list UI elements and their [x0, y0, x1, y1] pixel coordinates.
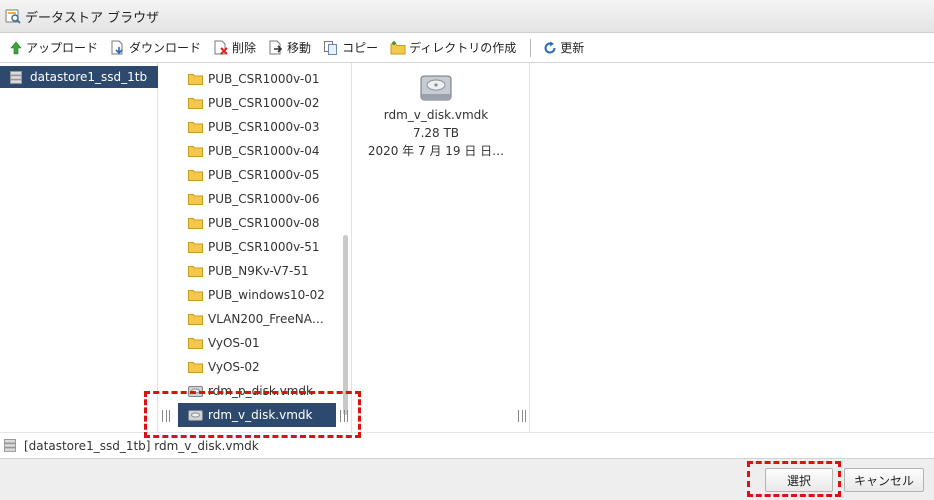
- download-icon: [111, 40, 123, 54]
- file-item[interactable]: PUB_CSR1000v-02: [178, 91, 336, 115]
- column-resize-handle[interactable]: [518, 410, 526, 422]
- file-item[interactable]: rdm_p_disk.vmdk: [178, 379, 336, 403]
- datastore-icon: [10, 70, 22, 84]
- disk-icon: [188, 409, 203, 421]
- folder-icon: [188, 338, 203, 349]
- new-folder-icon: [390, 40, 406, 54]
- refresh-icon: [544, 41, 556, 54]
- download-button[interactable]: ダウンロード: [110, 39, 201, 56]
- toolbar-separator: [530, 38, 532, 57]
- delete-label: 削除: [232, 41, 257, 55]
- move-label: 移動: [287, 41, 312, 55]
- datastore-column: datastore1_ssd_1tb: [0, 63, 158, 432]
- move-button[interactable]: 移動: [268, 39, 311, 56]
- details-column: rdm_v_disk.vmdk 7.28 TB 2020 年 7 月 19 日 …: [352, 63, 530, 432]
- file-label: rdm_v_disk.vmdk: [208, 408, 313, 422]
- file-label: VyOS-02: [208, 360, 260, 374]
- column-resize-handle[interactable]: [162, 410, 170, 422]
- file-label: PUB_CSR1000v-03: [208, 120, 320, 134]
- disk-icon: [420, 75, 452, 101]
- copy-label: コピー: [342, 41, 379, 55]
- folder-icon: [188, 122, 203, 133]
- vertical-scrollbar[interactable]: [343, 235, 348, 415]
- copy-icon: [324, 40, 338, 55]
- file-label: PUB_CSR1000v-06: [208, 192, 320, 206]
- path-bar: [datastore1_ssd_1tb] rdm_v_disk.vmdk: [0, 432, 934, 458]
- datastore-label: datastore1_ssd_1tb: [30, 70, 148, 84]
- file-item[interactable]: PUB_CSR1000v-04: [178, 139, 336, 163]
- folder-icon: [188, 146, 203, 157]
- file-item-selected[interactable]: rdm_v_disk.vmdk: [178, 403, 336, 427]
- file-label: PUB_N9Kv-V7-51: [208, 264, 309, 278]
- column-resize-handle[interactable]: [340, 410, 348, 422]
- move-icon: [269, 40, 283, 54]
- file-label: PUB_CSR1000v-04: [208, 144, 320, 158]
- folder-icon: [188, 98, 203, 109]
- browser-panel: datastore1_ssd_1tb PUB_CSR1000v-01 PUB_C…: [0, 63, 934, 432]
- file-item[interactable]: PUB_CSR1000v-08: [178, 211, 336, 235]
- file-size: 7.28 TB: [412, 126, 460, 140]
- window-title: データストア ブラウザ: [25, 10, 160, 26]
- file-item[interactable]: PUB_CSR1000v-05: [178, 163, 336, 187]
- file-list: PUB_CSR1000v-01 PUB_CSR1000v-02 PUB_CSR1…: [178, 67, 336, 427]
- download-label: ダウンロード: [129, 41, 202, 55]
- refresh-label: 更新: [560, 41, 585, 55]
- disk-icon: [188, 385, 203, 397]
- file-date: 2020 年 7 月 19 日 日…: [367, 144, 505, 158]
- file-item[interactable]: VyOS-02: [178, 355, 336, 379]
- select-button[interactable]: 選択: [765, 468, 833, 492]
- file-name: rdm_v_disk.vmdk: [383, 108, 489, 122]
- file-label: PUB_CSR1000v-05: [208, 168, 320, 182]
- dialog-footer: 選択 キャンセル: [0, 458, 934, 500]
- folder-icon: [188, 194, 203, 205]
- file-label: VLAN200_FreeNA…: [208, 312, 324, 326]
- folder-icon: [188, 170, 203, 181]
- delete-button[interactable]: 削除: [213, 39, 256, 56]
- folder-icon: [188, 314, 203, 325]
- file-details[interactable]: rdm_v_disk.vmdk 7.28 TB 2020 年 7 月 19 日 …: [352, 71, 520, 160]
- upload-label: アップロード: [26, 41, 99, 55]
- refresh-button[interactable]: 更新: [543, 39, 584, 56]
- selected-path: [datastore1_ssd_1tb] rdm_v_disk.vmdk: [24, 438, 259, 453]
- file-item[interactable]: PUB_N9Kv-V7-51: [178, 259, 336, 283]
- folder-icon: [188, 290, 203, 301]
- datastore-item[interactable]: datastore1_ssd_1tb: [0, 66, 158, 88]
- datastore-icon: [4, 439, 16, 452]
- file-label: PUB_windows10-02: [208, 288, 325, 302]
- create-directory-button[interactable]: ディレクトリの作成: [390, 39, 516, 56]
- folder-icon: [188, 74, 203, 85]
- file-label: PUB_CSR1000v-02: [208, 96, 320, 110]
- upload-icon: [10, 41, 22, 54]
- file-item[interactable]: VLAN200_FreeNA…: [178, 307, 336, 331]
- delete-icon: [214, 40, 228, 55]
- create-directory-label: ディレクトリの作成: [409, 41, 517, 55]
- file-item[interactable]: PUB_CSR1000v-03: [178, 115, 336, 139]
- copy-button[interactable]: コピー: [323, 39, 378, 56]
- file-column: PUB_CSR1000v-01 PUB_CSR1000v-02 PUB_CSR1…: [176, 63, 352, 432]
- folder-icon: [188, 362, 203, 373]
- file-item[interactable]: PUB_CSR1000v-06: [178, 187, 336, 211]
- file-item[interactable]: PUB_CSR1000v-01: [178, 67, 336, 91]
- folder-icon: [188, 266, 203, 277]
- file-label: VyOS-01: [208, 336, 260, 350]
- cancel-button[interactable]: キャンセル: [844, 468, 924, 492]
- file-item[interactable]: PUB_windows10-02: [178, 283, 336, 307]
- file-item[interactable]: VyOS-01: [178, 331, 336, 355]
- upload-button[interactable]: アップロード: [9, 39, 98, 56]
- file-label: PUB_CSR1000v-51: [208, 240, 320, 254]
- file-label: rdm_p_disk.vmdk: [208, 384, 313, 398]
- title-bar: データストア ブラウザ: [0, 0, 934, 33]
- file-label: PUB_CSR1000v-01: [208, 72, 320, 86]
- file-item[interactable]: PUB_CSR1000v-51: [178, 235, 336, 259]
- folder-icon: [188, 242, 203, 253]
- file-label: PUB_CSR1000v-08: [208, 216, 320, 230]
- folder-icon: [188, 218, 203, 229]
- toolbar: アップロード ダウンロード 削除 移動 コピー ディレクトリの作成 更新: [0, 33, 934, 63]
- datastore-browser-icon: [5, 9, 21, 24]
